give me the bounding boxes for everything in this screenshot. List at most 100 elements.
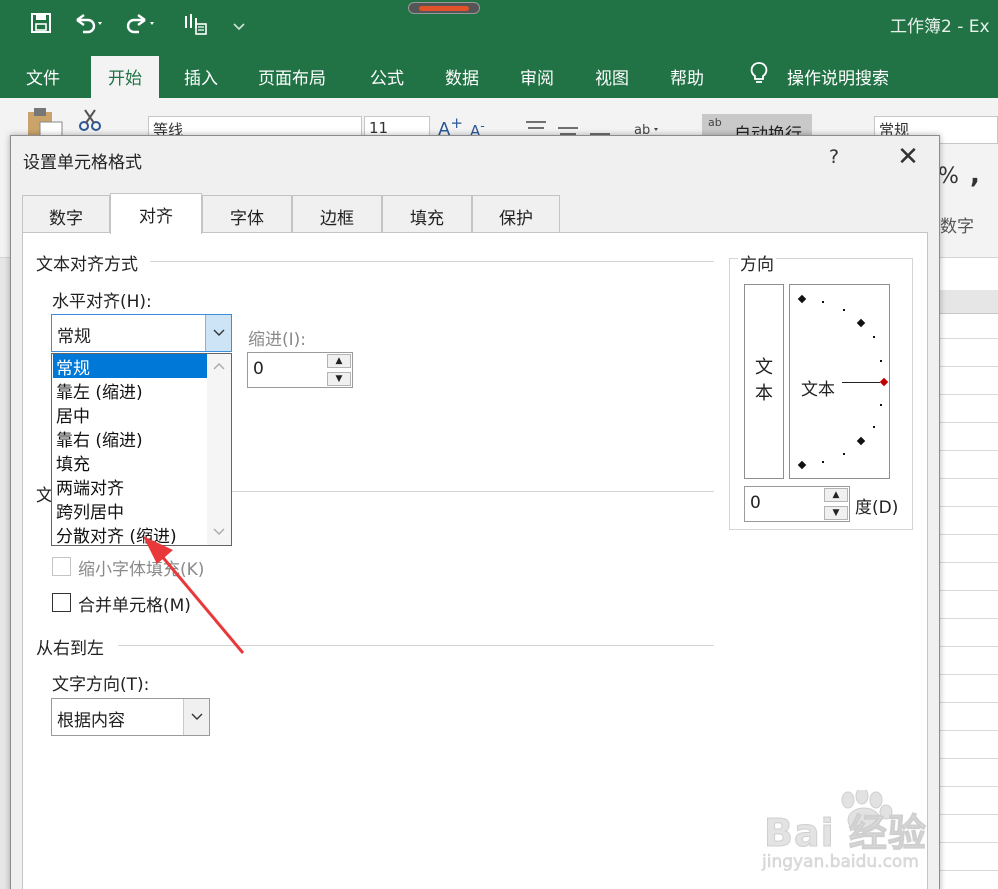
section-divider [150, 261, 714, 262]
tab-fill[interactable]: 填充 [382, 195, 472, 232]
grid-line [938, 590, 998, 591]
tab-file[interactable]: 文件 [26, 64, 60, 89]
vertical-text-button[interactable]: 文 本 [744, 284, 784, 479]
dialog-title: 设置单元格格式 [23, 153, 142, 173]
tab-page-layout[interactable]: 页面布局 [258, 64, 326, 89]
tab-help[interactable]: 帮助 [670, 64, 704, 89]
text-alignment-heading: 文本对齐方式 [36, 255, 138, 275]
undo-icon[interactable] [72, 12, 106, 39]
grid-line [938, 758, 998, 759]
gauge-text: 文本 [801, 380, 835, 400]
percent-icon[interactable]: % [938, 164, 959, 189]
gauge-needle [842, 382, 880, 383]
comma-icon[interactable]: , [970, 160, 980, 190]
option-right-indent[interactable]: 靠右 (缩进) [53, 426, 207, 451]
baidu-watermark: Bai 经验 jingyan.baidu.com [760, 787, 998, 885]
degrees-label: 度(D) [855, 498, 899, 518]
grid-line [938, 534, 998, 535]
close-button[interactable]: ✕ [893, 142, 923, 172]
gauge-marker [797, 294, 807, 304]
indent-spinner[interactable]: 0 ▲ ▼ [247, 352, 353, 388]
save-icon[interactable] [30, 12, 52, 39]
text-direction-select[interactable]: 根据内容 [51, 698, 210, 736]
grid-line [938, 338, 998, 339]
grid-line [938, 422, 998, 423]
tab-border[interactable]: 边框 [292, 195, 382, 232]
grid-line [938, 478, 998, 479]
orientation-gauge[interactable]: 文本 [789, 284, 890, 479]
grid-line [938, 506, 998, 507]
scroll-up-icon[interactable] [207, 360, 231, 380]
tab-protection[interactable]: 保护 [472, 195, 560, 232]
option-justify[interactable]: 两端对齐 [53, 474, 207, 499]
option-center-across[interactable]: 跨列居中 [53, 498, 207, 523]
spin-up-icon[interactable]: ▲ [327, 354, 351, 368]
dialog-tab-bar: 数字 对齐 字体 边框 填充 保护 [22, 193, 928, 234]
vertical-text-char-1: 文 [755, 357, 773, 378]
grid-line [938, 394, 998, 395]
wrap-text-icon: ab [708, 116, 722, 129]
grid-line [938, 618, 998, 619]
merge-cells-checkbox[interactable] [52, 593, 71, 612]
option-center[interactable]: 居中 [53, 402, 207, 427]
column-header [938, 290, 998, 314]
dropdown-scrollbar[interactable] [207, 354, 231, 545]
chevron-down-icon[interactable] [183, 699, 209, 735]
gauge-tick [873, 336, 875, 338]
tab-font[interactable]: 字体 [202, 195, 292, 232]
gauge-tick [843, 309, 845, 311]
number-group-label: 数字 [940, 217, 974, 237]
tab-review[interactable]: 审阅 [520, 64, 554, 89]
watermark-brand: Bai 经验 [764, 811, 927, 856]
annotation-arrow-icon [143, 536, 245, 654]
gauge-tick [880, 360, 882, 362]
help-button[interactable]: ? [829, 146, 839, 168]
indent-value: 0 [253, 359, 264, 379]
tab-formulas[interactable]: 公式 [370, 64, 404, 89]
gauge-marker [856, 318, 866, 328]
gauge-marker [797, 460, 807, 470]
indent-label: 缩进(I): [248, 330, 307, 350]
degrees-value: 0 [750, 493, 761, 513]
spin-up-icon[interactable]: ▲ [824, 488, 848, 502]
option-general[interactable]: 常规 [53, 354, 207, 379]
customize-qat-icon[interactable] [232, 14, 246, 38]
document-title: 工作簿2 - Ex [890, 17, 990, 37]
section-divider [232, 491, 714, 492]
horizontal-align-select[interactable]: 常规 [51, 314, 232, 352]
tab-alignment[interactable]: 对齐 [110, 193, 202, 234]
grid-line [938, 450, 998, 451]
spin-down-icon[interactable]: ▼ [327, 372, 351, 386]
tab-number[interactable]: 数字 [22, 195, 110, 232]
gauge-handle[interactable] [879, 377, 889, 387]
shrink-to-fit-checkbox[interactable] [52, 557, 71, 576]
cut-icon[interactable] [78, 108, 102, 136]
grid-line [938, 786, 998, 787]
horizontal-align-value: 常规 [57, 327, 91, 347]
grid-line [938, 646, 998, 647]
text-direction-value: 根据内容 [57, 711, 125, 731]
option-left-indent[interactable]: 靠左 (缩进) [53, 378, 207, 403]
gauge-tick [822, 301, 824, 303]
tab-data[interactable]: 数据 [445, 64, 479, 89]
gauge-tick [880, 404, 882, 406]
chevron-down-icon[interactable] [205, 315, 231, 351]
text-direction-label: 文字方向(T): [52, 675, 150, 695]
tell-me-search[interactable]: 操作说明搜索 [787, 64, 889, 89]
redo-icon[interactable] [124, 12, 158, 39]
gauge-marker [856, 436, 866, 446]
title-bar: 工作簿2 - Ex [0, 0, 998, 52]
option-fill[interactable]: 填充 [53, 450, 207, 475]
horizontal-label: 水平对齐(H): [52, 292, 152, 312]
touch-mode-icon[interactable] [182, 12, 208, 41]
vertical-text-char-2: 本 [755, 383, 773, 404]
tab-home[interactable]: 开始 [91, 56, 159, 98]
rtl-heading: 从右到左 [36, 639, 104, 659]
spin-down-icon[interactable]: ▼ [824, 506, 848, 520]
tab-insert[interactable]: 插入 [184, 64, 218, 89]
lightbulb-icon [748, 60, 770, 91]
tab-view[interactable]: 视图 [595, 64, 629, 89]
degrees-spinner[interactable]: 0 ▲ ▼ [744, 486, 850, 522]
horizontal-align-dropdown: 常规 靠左 (缩进) 居中 靠右 (缩进) 填充 两端对齐 跨列居中 分散对齐 … [51, 353, 232, 547]
grid-line [938, 674, 998, 675]
